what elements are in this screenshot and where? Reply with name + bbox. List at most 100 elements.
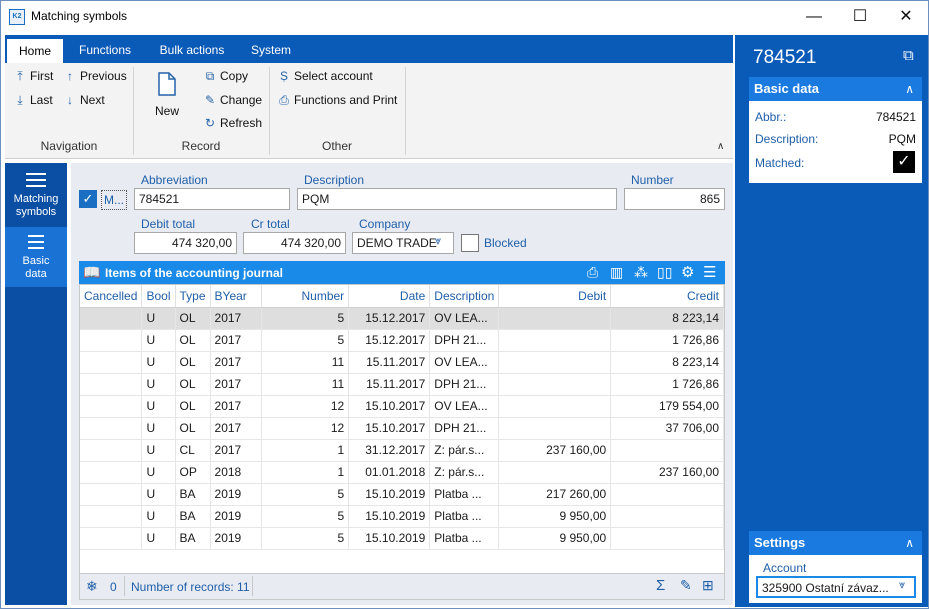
- group-divider: [405, 67, 406, 155]
- number-field[interactable]: 865: [624, 188, 725, 210]
- printer-icon[interactable]: ⎙: [587, 264, 598, 281]
- tab-functions[interactable]: Functions: [69, 35, 141, 63]
- gear-icon[interactable]: ⚙: [681, 263, 694, 281]
- col-date[interactable]: Date: [348, 285, 431, 308]
- nav-matching-symbols[interactable]: Matching symbols: [5, 163, 67, 227]
- table-cell: [80, 373, 143, 396]
- table-cell: U: [141, 307, 176, 330]
- chevron-up-icon[interactable]: ∧: [905, 531, 914, 555]
- col-credit[interactable]: Credit: [610, 285, 724, 308]
- table-cell: U: [141, 395, 176, 418]
- refresh-icon: ↻: [204, 116, 216, 130]
- table-row[interactable]: U OP 2018 1 01.01.2018 Z: pár.s... 237 160,00: [80, 461, 724, 484]
- columns-icon[interactable]: ▯▯: [657, 264, 672, 281]
- functions-print-button[interactable]: ⎙ Functions and Print: [277, 93, 397, 108]
- table-row[interactable]: U OL 2017 5 15.12.2017 DPH 21... 1 726,86: [80, 329, 724, 352]
- chart-icon[interactable]: ▥: [610, 264, 623, 281]
- select-account-button[interactable]: Ṣ Select account: [277, 69, 373, 83]
- add-record-icon[interactable]: ⊞: [702, 577, 714, 594]
- arrow-down-icon: ↓: [67, 93, 73, 107]
- blocked-checkbox[interactable]: [461, 234, 479, 252]
- table-cell: 11: [261, 351, 350, 374]
- maximize-button[interactable]: ☐: [837, 1, 883, 33]
- table-cell: U: [141, 527, 176, 550]
- divider: [252, 576, 253, 596]
- table-cell: [80, 395, 143, 418]
- table-cell: 2017: [210, 439, 262, 462]
- table-cell: 1: [261, 439, 350, 462]
- table-row[interactable]: U OL 2017 12 15.10.2017 DPH 21... 37 706,00: [80, 417, 724, 440]
- table-row[interactable]: U BA 2019 5 15.10.2019 Platba ... 217 260,00: [80, 483, 724, 506]
- table-cell: 2019: [210, 505, 262, 528]
- m-checkbox[interactable]: ✓: [79, 190, 97, 208]
- previous-button[interactable]: ↑ Previous: [63, 69, 127, 83]
- minimize-button[interactable]: —: [791, 1, 837, 33]
- copy-button[interactable]: ⧉ Copy: [203, 69, 248, 84]
- settings-header[interactable]: Settings ∧: [749, 531, 922, 555]
- open-external-icon[interactable]: ⧉: [903, 47, 914, 64]
- filter-icon[interactable]: ⁂: [634, 264, 648, 281]
- grid-header-row: Cancelled Bool Type BYear Number Date De…: [80, 285, 724, 308]
- table-cell: [498, 329, 612, 352]
- debit-total-field[interactable]: 474 320,00: [134, 232, 237, 254]
- right-panel: 784521 ⧉ Basic data ∧ Abbr.: 784521 Desc…: [741, 35, 928, 607]
- menu-icon[interactable]: ☰: [703, 263, 716, 281]
- table-cell: 179 554,00: [610, 395, 724, 418]
- col-debit[interactable]: Debit: [498, 285, 612, 308]
- matched-checkbox[interactable]: ✓: [893, 151, 915, 173]
- sum-icon[interactable]: Σ: [656, 577, 665, 594]
- table-cell: 2017: [210, 351, 262, 374]
- col-bool[interactable]: Bool: [141, 285, 176, 308]
- col-cancelled[interactable]: Cancelled: [80, 285, 143, 308]
- table-row[interactable]: U BA 2019 5 15.10.2019 Platba ... 9 950,00: [80, 505, 724, 528]
- table-cell: 5: [261, 483, 350, 506]
- table-cell: OL: [175, 417, 211, 440]
- selected-count: 0: [110, 580, 117, 594]
- abbreviation-field[interactable]: 784521: [134, 188, 290, 210]
- table-cell: Z: pár.s...: [429, 461, 500, 484]
- col-byear[interactable]: BYear: [210, 285, 262, 308]
- table-cell: DPH 21...: [429, 417, 500, 440]
- table-row[interactable]: U OL 2017 12 15.10.2017 OV LEA... 179 554,00: [80, 395, 724, 418]
- table-cell: 15.10.2019: [348, 483, 431, 506]
- table-cell: U: [141, 483, 176, 506]
- col-type[interactable]: Type: [175, 285, 211, 308]
- basic-data-header[interactable]: Basic data ∧: [749, 77, 922, 101]
- ribbon-tabs: Home Functions Bulk actions System: [5, 35, 733, 63]
- arrow-down-bar-icon: ⤓: [17, 93, 23, 107]
- table-cell: 15.10.2019: [348, 505, 431, 528]
- tab-home[interactable]: Home: [7, 39, 63, 63]
- close-button[interactable]: ✕: [883, 1, 928, 33]
- description-field[interactable]: PQM: [297, 188, 617, 210]
- table-cell: OL: [175, 351, 211, 374]
- divider: [124, 576, 125, 596]
- account-select[interactable]: 325900 Ostatní závaz...: [756, 576, 916, 598]
- table-cell: [498, 373, 612, 396]
- table-row[interactable]: U CL 2017 1 31.12.2017 Z: pár.s... 237 160,00: [80, 439, 724, 462]
- table-row[interactable]: U OL 2017 11 15.11.2017 OV LEA... 8 223,14: [80, 351, 724, 374]
- table-row[interactable]: U OL 2017 5 15.12.2017 OV LEA... 8 223,14: [80, 307, 724, 330]
- change-button[interactable]: ✎ Change: [203, 93, 262, 107]
- table-cell: 15.10.2017: [348, 417, 431, 440]
- table-row[interactable]: U OL 2017 11 15.11.2017 DPH 21... 1 726,86: [80, 373, 724, 396]
- chevron-up-icon[interactable]: ∧: [905, 77, 914, 101]
- printer-icon: ⎙: [279, 93, 289, 107]
- tab-system[interactable]: System: [241, 35, 301, 63]
- nav-basic-data[interactable]: Basic data: [5, 227, 67, 287]
- arrow-up-bar-icon: ⤒: [17, 69, 23, 83]
- table-cell: Platba ...: [429, 505, 500, 528]
- col-number[interactable]: Number: [261, 285, 350, 308]
- collapse-ribbon-icon[interactable]: ∧: [717, 141, 724, 152]
- next-button[interactable]: ↓ Next: [63, 93, 105, 107]
- col-description[interactable]: Description: [429, 285, 500, 308]
- record-title: 784521: [753, 47, 817, 68]
- new-button[interactable]: New: [145, 71, 189, 118]
- tab-bulk-actions[interactable]: Bulk actions: [149, 35, 235, 63]
- refresh-button[interactable]: ↻ Refresh: [203, 116, 262, 130]
- pencil-icon[interactable]: ✎: [680, 577, 692, 594]
- snowflake-icon[interactable]: ❄: [86, 578, 98, 595]
- last-button[interactable]: ⤓ Last: [13, 93, 52, 108]
- table-row[interactable]: U BA 2019 5 15.10.2019 Platba ... 9 950,00: [80, 527, 724, 550]
- first-button[interactable]: ⤒ First: [13, 69, 53, 84]
- cr-total-field[interactable]: 474 320,00: [243, 232, 346, 254]
